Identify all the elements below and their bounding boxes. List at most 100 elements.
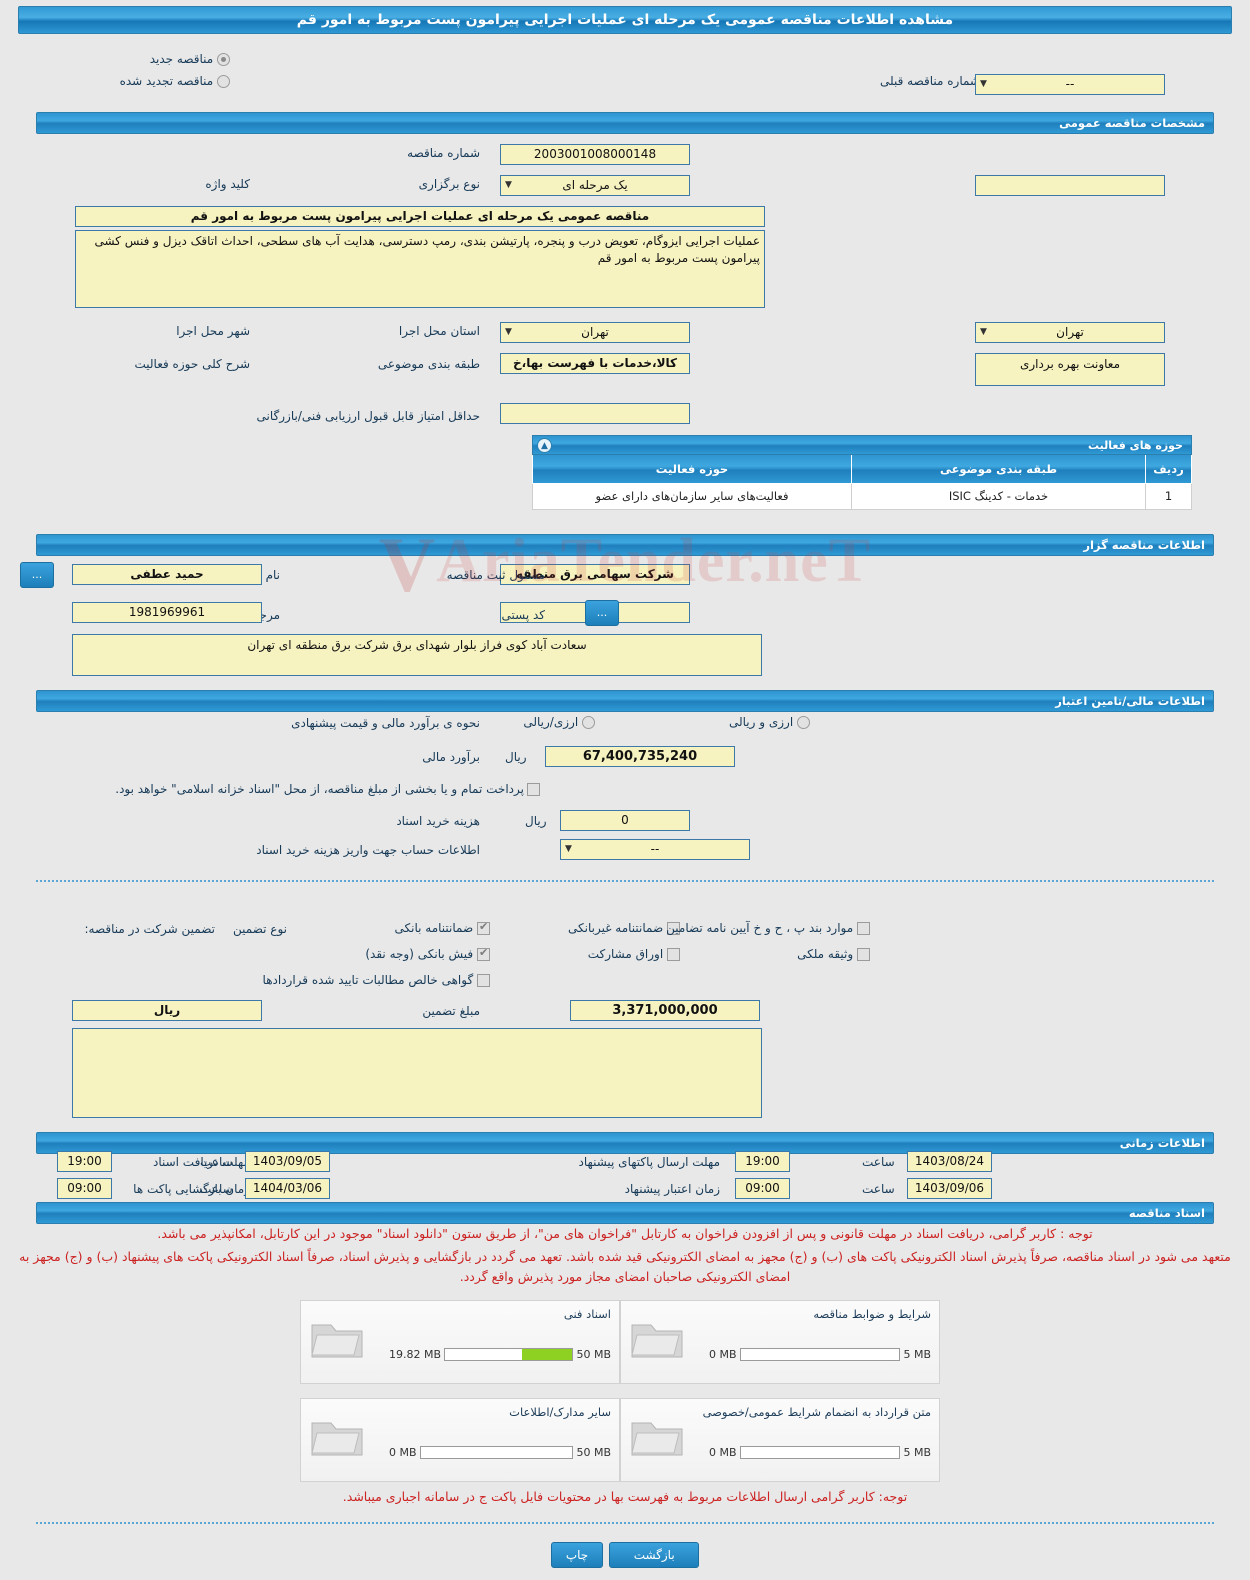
address-value: سعادت آباد کوی فراز بلوار شهدای برق شرکت… bbox=[72, 634, 762, 676]
city-value: تهران bbox=[1056, 325, 1084, 339]
description-value: عملیات اجرایی ایزوگام، تعویض درب و پنجره… bbox=[75, 230, 765, 308]
validity-label: زمان اعتبار پیشنهاد bbox=[624, 1182, 720, 1196]
activity-areas-table: ردیف طبقه بندی موضوعی حوزه فعالیت 1 خدما… bbox=[532, 455, 1192, 510]
guarantee-option-5[interactable]: وثیقه ملکی bbox=[797, 947, 870, 961]
chevron-down-icon: ▼ bbox=[505, 327, 512, 337]
print-button[interactable]: چاپ bbox=[550, 1542, 604, 1568]
checkbox-clause-items-label: موارد بند پ ، ح و خ آیین نامه تضامین bbox=[666, 921, 854, 935]
guarantee-option-4[interactable]: اوراق مشارکت bbox=[588, 947, 680, 961]
activity-scope-value: معاونت بهره برداری bbox=[975, 353, 1165, 386]
section-timing-header: اطلاعات زمانی bbox=[36, 1132, 1214, 1154]
postal-code-value: 1981969961 bbox=[72, 602, 262, 623]
checkbox-bank-guarantee[interactable] bbox=[477, 920, 490, 935]
city-select[interactable]: ▼ تهران bbox=[975, 322, 1165, 343]
checkbox-net-claims-certificate-label: گواهی خالص مطالبات تایید شده قراردادها bbox=[262, 973, 474, 987]
section-documents-header: اسناد مناقصه bbox=[36, 1202, 1214, 1224]
radio-new-tender[interactable] bbox=[217, 53, 230, 66]
doc-card-technical[interactable]: اسناد فنی 19.82 MB 50 MB bbox=[300, 1300, 620, 1384]
tender-type-new-row[interactable]: مناقصه جدید bbox=[150, 52, 230, 66]
guarantee-option-0[interactable]: ضمانتنامه بانکی bbox=[394, 920, 490, 935]
postal-code-label: کد پستی bbox=[501, 608, 546, 622]
doc-receive-hour-label: ساعت bbox=[862, 1155, 895, 1169]
checkbox-bank-guarantee-label: ضمانتنامه بانکی bbox=[394, 921, 474, 935]
activity-areas-title: حوزه های فعالیت bbox=[1088, 439, 1183, 452]
guarantee-amount-label: مبلغ تضمین bbox=[422, 1004, 480, 1018]
cell-scope: فعالیت‌های سایر سازمان‌های دارای عضو bbox=[532, 482, 852, 510]
validity-hour-label: ساعت bbox=[200, 1182, 233, 1196]
radio-renewed-tender-label: مناقصه تجدید شده bbox=[119, 74, 214, 88]
radio-currency-rial[interactable] bbox=[582, 716, 595, 729]
folder-icon bbox=[631, 1324, 683, 1358]
guarantee-option-3[interactable]: فیش بانکی (وجه نقد) bbox=[365, 946, 490, 961]
doc-card-contract-limit: 5 MB bbox=[903, 1446, 931, 1459]
estimate-unit: ریال bbox=[505, 750, 527, 764]
chevron-down-icon: ▼ bbox=[565, 844, 572, 854]
back-button[interactable]: بازگشت bbox=[609, 1542, 700, 1568]
cell-classification: خدمات - کدینگ ISIC bbox=[851, 482, 1146, 510]
radio-renewed-tender[interactable] bbox=[217, 75, 230, 88]
previous-tender-number-value: -- bbox=[1065, 77, 1075, 91]
activity-areas-panel: ▲ حوزه های فعالیت ردیف طبقه بندی موضوعی … bbox=[532, 435, 1192, 510]
category-label: طبقه بندی موضوعی bbox=[377, 357, 480, 371]
footer-buttons: بازگشت چاپ bbox=[0, 1542, 1250, 1568]
checkbox-net-claims-certificate[interactable] bbox=[477, 974, 490, 987]
tender-view-page: VAriaTender.neT مشاهده اطلاعات مناقصه عم… bbox=[0, 0, 1250, 1580]
doc-cost-label: هزینه خرید اسناد bbox=[396, 814, 480, 828]
province-select[interactable]: ▼ تهران bbox=[500, 322, 690, 343]
table-header-row: ردیف طبقه بندی موضوعی حوزه فعالیت bbox=[532, 455, 1192, 484]
estimate-method-currency-rial-row[interactable]: ارزی/ریالی bbox=[523, 715, 595, 729]
doc-card-terms[interactable]: شرایط و ضوابط مناقصه 0 MB 5 MB bbox=[620, 1300, 940, 1384]
col-classification: طبقه بندی موضوعی bbox=[851, 455, 1146, 484]
checkbox-participation-bonds[interactable] bbox=[667, 948, 680, 961]
guarantee-option-2[interactable]: موارد بند پ ، ح و خ آیین نامه تضامین bbox=[666, 921, 870, 935]
keyword-label: کلید واژه bbox=[205, 177, 250, 191]
tender-type-renewed-row[interactable]: مناقصه تجدید شده bbox=[120, 74, 230, 88]
guarantee-participation-label: تضمین شرکت در مناقصه: bbox=[84, 922, 215, 936]
holding-type-select[interactable]: ▼ یک مرحله ای bbox=[500, 175, 690, 196]
documents-grid: شرایط و ضوابط مناقصه 0 MB 5 MB اسناد فنی bbox=[300, 1300, 940, 1482]
min-score-input[interactable] bbox=[500, 403, 690, 424]
doc-receive-date: 1403/08/24 bbox=[907, 1151, 992, 1172]
contact-browse-button[interactable]: ... bbox=[585, 600, 619, 626]
keyword-input[interactable] bbox=[975, 175, 1165, 196]
subject-value: مناقصه عمومی یک مرحله ای عملیات اجرایی پ… bbox=[75, 206, 765, 227]
divider-dotted-2 bbox=[36, 1522, 1214, 1524]
doc-receive-hour: 19:00 bbox=[735, 1151, 790, 1172]
guarantee-option-6[interactable]: گواهی خالص مطالبات تایید شده قراردادها bbox=[263, 973, 490, 987]
doc-card-other[interactable]: سایر مدارک/اطلاعات 0 MB 50 MB bbox=[300, 1398, 620, 1482]
checkbox-clause-items[interactable] bbox=[857, 922, 870, 935]
checkbox-bank-receipt[interactable] bbox=[477, 946, 490, 961]
account-info-select[interactable]: ▼ -- bbox=[560, 839, 750, 860]
collapse-icon[interactable]: ▲ bbox=[537, 438, 552, 453]
submit-deadline-hour: 19:00 bbox=[57, 1151, 112, 1172]
guarantee-option-1[interactable]: ضمانتنامه غیربانکی bbox=[568, 921, 680, 935]
category-value: کالا،خدمات با فهرست بها،خ bbox=[500, 353, 690, 374]
folder-icon bbox=[311, 1324, 363, 1358]
estimate-method-label: نحوه ی برآورد مالی و قیمت پیشنهادی bbox=[291, 716, 480, 730]
doc-card-contract[interactable]: متن قرارداد به انضمام شرایط عمومی/خصوصی … bbox=[620, 1398, 940, 1482]
checkbox-nonbank-guarantee-label: ضمانتنامه غیربانکی bbox=[567, 921, 664, 935]
radio-new-tender-label: مناقصه جدید bbox=[149, 52, 214, 66]
holding-type-label: نوع برگزاری bbox=[418, 177, 480, 191]
activity-scope-label: شرح کلی حوزه فعالیت bbox=[134, 357, 251, 371]
estimate-value: 67,400,735,240 bbox=[545, 746, 735, 767]
doc-card-technical-progress bbox=[444, 1348, 574, 1361]
guarantee-amount-value: 3,371,000,000 bbox=[570, 1000, 760, 1021]
col-scope: حوزه فعالیت bbox=[532, 455, 852, 484]
guarantee-notes-value[interactable] bbox=[72, 1028, 762, 1118]
previous-tender-number-select[interactable]: ▼ -- bbox=[975, 74, 1165, 95]
section-issuer-header: اطلاعات مناقصه گزار bbox=[36, 534, 1214, 556]
checkbox-participation-bonds-label: اوراق مشارکت bbox=[587, 947, 664, 961]
open-envelopes-hour: 09:00 bbox=[735, 1178, 790, 1199]
currency-unit-value: ریال bbox=[72, 1000, 262, 1021]
estimate-method-currency-and-rial-row[interactable]: ارزی و ریالی bbox=[729, 715, 810, 729]
chevron-down-icon: ▼ bbox=[980, 79, 987, 89]
validity-hour: 09:00 bbox=[57, 1178, 112, 1199]
islamic-treasury-checkbox[interactable] bbox=[527, 783, 540, 796]
radio-currency-and-rial[interactable] bbox=[797, 716, 810, 729]
registrar-browse-button[interactable]: ... bbox=[20, 562, 54, 588]
city-label: شهر محل اجرا bbox=[176, 324, 250, 338]
account-info-value: -- bbox=[650, 842, 660, 856]
checkbox-property-collateral[interactable] bbox=[857, 948, 870, 961]
province-label: استان محل اجرا bbox=[398, 324, 480, 338]
